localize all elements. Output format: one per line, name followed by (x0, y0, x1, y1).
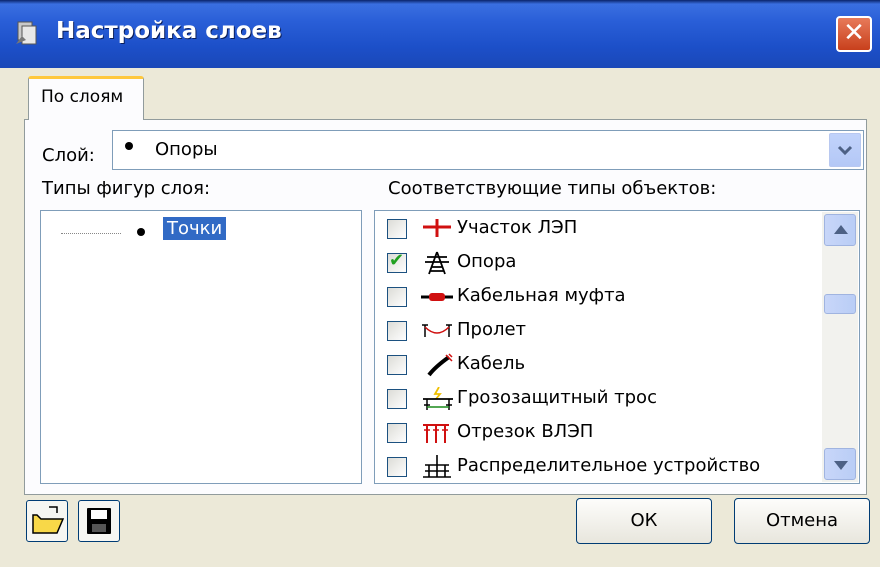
tab-label: По слоям (41, 87, 124, 107)
cancel-button[interactable]: Отмена (734, 498, 870, 544)
window-title: Настройка слоев (56, 18, 282, 44)
tab-by-layers[interactable]: По слоям (28, 76, 144, 120)
span-icon (422, 324, 452, 337)
checkbox[interactable]: ✔ (387, 250, 407, 273)
checkbox[interactable] (387, 321, 407, 341)
tree-item-points[interactable]: Точки (163, 217, 227, 240)
lightning-wire-icon (423, 387, 453, 410)
app-icon (16, 21, 37, 45)
floppy-disk-icon (87, 508, 111, 534)
object-types-heading: Соответствующие типы объектов: (388, 178, 717, 199)
open-button[interactable] (26, 500, 68, 542)
close-button[interactable]: ✕ (836, 16, 872, 52)
layer-value: Опоры (155, 139, 218, 160)
layer-dropdown[interactable]: Опоры (112, 130, 864, 170)
item-label: Кабель (457, 353, 526, 374)
bullet-icon (125, 142, 133, 150)
scroll-thumb[interactable] (824, 294, 856, 314)
dropdown-button[interactable] (829, 133, 861, 167)
overhead-line-segment-icon (423, 424, 449, 443)
bullet-icon (137, 228, 145, 236)
item-label: Участок ЛЭП (457, 217, 578, 238)
arrow-up-icon (834, 225, 848, 234)
item-label: Отрезок ВЛЭП (457, 421, 594, 442)
item-label: Опора (457, 251, 517, 272)
dialog-body: По слоям Слой: Опоры Типы фигур слоя: Со… (0, 68, 880, 567)
item-label: Грозозащитный трос (457, 387, 657, 408)
checkbox[interactable] (387, 457, 407, 477)
object-types-list[interactable]: Участок ЛЭП ✔ Опора Кабельная муфта Прол… (374, 210, 860, 484)
title-bar[interactable]: Настройка слоев ✕ (0, 0, 880, 68)
checkbox[interactable] (387, 219, 407, 239)
scroll-up-button[interactable] (824, 214, 856, 246)
ok-button[interactable]: ОК (576, 498, 712, 544)
chevron-down-icon (837, 145, 853, 156)
vertical-scrollbar[interactable] (822, 212, 858, 482)
checkbox[interactable] (387, 423, 407, 443)
shape-types-heading: Типы фигур слоя: (42, 178, 211, 199)
checkbox[interactable] (387, 355, 407, 375)
pylon-icon (425, 251, 449, 275)
arrow-down-icon (834, 461, 848, 470)
cable-icon (427, 353, 453, 377)
check-icon: ✔ (389, 250, 405, 271)
scroll-down-button[interactable] (824, 448, 856, 480)
item-label: Пролет (457, 319, 527, 340)
shape-types-tree[interactable]: Точки (40, 210, 362, 484)
item-label: Кабельная муфта (457, 285, 626, 306)
layer-label: Слой: (42, 145, 95, 166)
save-button[interactable] (78, 500, 120, 542)
switchgear-icon (423, 455, 451, 478)
checkbox[interactable] (387, 287, 407, 307)
cable-joint-icon (421, 293, 453, 301)
checkbox[interactable] (387, 389, 407, 409)
power-line-section-icon (423, 219, 451, 237)
folder-open-icon (32, 506, 65, 534)
item-label: Распределительное устройство (457, 455, 761, 476)
tree-connector (61, 233, 121, 234)
